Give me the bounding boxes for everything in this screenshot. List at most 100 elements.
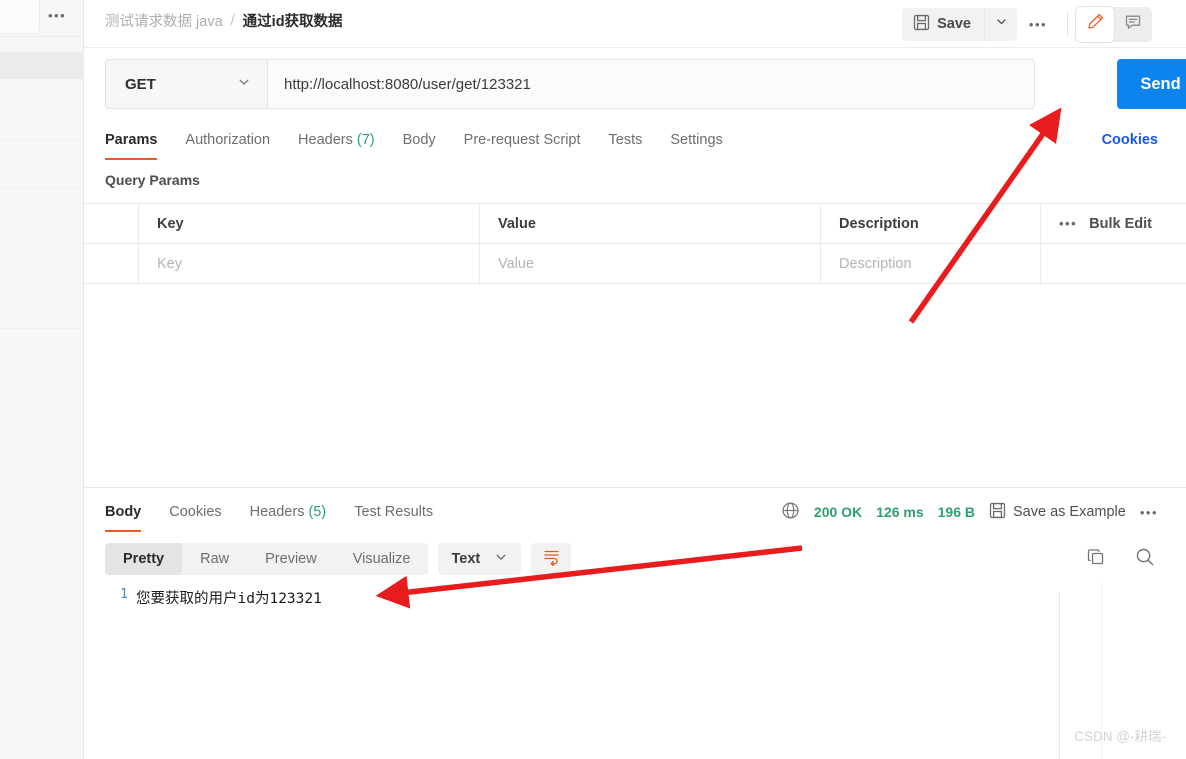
request-tabs: Params Authorization Headers (7) Body Pr… [84, 120, 1186, 162]
response-minimap[interactable] [1059, 592, 1060, 759]
response-format-value: Text [451, 551, 481, 567]
table-header-row: Key Value Description ••• Bulk Edit [84, 204, 1186, 244]
breadcrumb-current: 通过id获取数据 [242, 14, 343, 30]
sidebar-item-active[interactable] [0, 52, 84, 79]
send-button[interactable]: Send [1117, 59, 1186, 109]
edit-mode-button[interactable] [1076, 6, 1114, 42]
view-mode-pretty[interactable]: Pretty [105, 543, 183, 575]
response-body[interactable]: 1 您要获取的用户id为123321 [84, 583, 1186, 759]
table-row: Key Value Description [84, 244, 1186, 284]
save-as-example-button[interactable]: Save as Example [989, 502, 1126, 523]
response-tab-test-results[interactable]: Test Results [340, 492, 447, 532]
send-group: Send [1117, 59, 1186, 109]
row-checkbox[interactable] [84, 244, 139, 283]
table-more-icon[interactable]: ••• [1059, 216, 1077, 231]
sidebar: ••• [0, 0, 84, 759]
breadcrumb-separator: / [230, 12, 235, 29]
view-mode-raw[interactable]: Raw [182, 543, 247, 575]
table-actions: ••• Bulk Edit [1041, 204, 1186, 243]
response-tab-body[interactable]: Body [105, 492, 155, 532]
tab-params[interactable]: Params [105, 120, 171, 160]
tab-label: Test Results [354, 504, 434, 520]
header-more-icon[interactable]: ••• [1017, 8, 1059, 41]
floppy-disk-icon [913, 14, 930, 35]
param-description-input[interactable]: Description [821, 244, 1041, 283]
header-actions: Save ••• [902, 0, 1152, 48]
sidebar-divider [0, 140, 84, 141]
http-method-select[interactable]: GET [106, 60, 268, 108]
line-number: 1 [120, 587, 128, 602]
sidebar-divider [0, 328, 84, 329]
response-meta: 200 OK 126 ms 196 B Save as Example ••• [781, 492, 1158, 532]
request-url-input[interactable]: http://localhost:8080/user/get/123321 [268, 60, 1034, 108]
column-header-key: Key [139, 204, 480, 243]
tab-label: Settings [670, 132, 723, 148]
breadcrumb-parent[interactable]: 测试请求数据 java [105, 10, 223, 31]
request-url-group: GET http://localhost:8080/user/get/12332… [105, 59, 1035, 109]
save-as-example-label: Save as Example [1013, 504, 1126, 520]
sidebar-top-box [0, 0, 40, 34]
http-method-value: GET [125, 75, 156, 93]
param-key-input[interactable]: Key [139, 244, 480, 283]
checkbox-column-header [84, 204, 139, 243]
tab-body[interactable]: Body [389, 120, 450, 160]
response-body-text: 您要获取的用户id为123321 [136, 591, 322, 607]
tab-label: Body [402, 132, 436, 148]
response-body-toolbar: Pretty Raw Preview Visualize Text [84, 541, 1186, 577]
postman-window: ••• 测试请求数据 java / 通过id获取数据 Save ••• GET … [0, 0, 1186, 759]
header-icon-group [1076, 6, 1152, 42]
wrap-lines-button[interactable] [531, 543, 572, 575]
tab-count: (7) [356, 132, 375, 148]
response-size: 196 B [937, 504, 975, 520]
view-mode-preview[interactable]: Preview [247, 543, 335, 575]
response-time: 126 ms [876, 504, 924, 520]
response-tabs: Body Cookies Headers (5) Test Results 20… [84, 492, 1186, 532]
tab-label: Headers [249, 504, 305, 520]
save-button[interactable]: Save [902, 8, 984, 41]
tab-label: Pre-request Script [463, 132, 581, 148]
response-tab-cookies[interactable]: Cookies [155, 492, 235, 532]
view-mode-group: Pretty Raw Preview Visualize [105, 543, 429, 575]
pencil-icon [1086, 12, 1105, 36]
tab-tests[interactable]: Tests [595, 120, 657, 160]
chevron-down-icon [494, 550, 508, 568]
query-params-title: Query Params [105, 172, 200, 188]
bulk-edit-button[interactable]: Bulk Edit [1089, 216, 1152, 232]
sidebar-divider [0, 188, 84, 189]
row-actions [1041, 244, 1186, 283]
tab-label: Tests [608, 132, 643, 148]
header-bar: 测试请求数据 java / 通过id获取数据 Save ••• [84, 0, 1186, 48]
param-value-input[interactable]: Value [480, 244, 821, 283]
search-icon [1134, 546, 1156, 573]
wrap-lines-icon [542, 547, 561, 571]
breadcrumb: 测试请求数据 java / 通过id获取数据 [105, 10, 343, 31]
watermark: CSDN @-耕瑞- [1074, 729, 1166, 744]
comments-button[interactable] [1114, 7, 1152, 42]
sidebar-more-icon[interactable]: ••• [48, 8, 72, 24]
url-bar: GET http://localhost:8080/user/get/12332… [84, 48, 1186, 120]
chevron-down-icon [995, 15, 1008, 33]
sidebar-divider [0, 36, 84, 37]
copy-icon [1086, 547, 1106, 572]
floppy-disk-icon [989, 502, 1006, 523]
chevron-down-icon [237, 75, 251, 93]
search-button[interactable] [1134, 546, 1156, 573]
column-header-description: Description [821, 204, 1041, 243]
tab-settings[interactable]: Settings [656, 120, 736, 160]
response-format-select[interactable]: Text [438, 543, 522, 575]
response-tab-headers[interactable]: Headers (5) [236, 492, 341, 532]
view-mode-visualize[interactable]: Visualize [335, 543, 429, 575]
copy-button[interactable] [1086, 547, 1106, 572]
code-line: 1 您要获取的用户id为123321 [84, 583, 1186, 608]
cookies-link[interactable]: Cookies [1102, 120, 1158, 160]
response-more-icon[interactable]: ••• [1140, 505, 1158, 520]
response-body-tools [1086, 541, 1156, 577]
tab-label: Params [105, 132, 158, 148]
tab-authorization[interactable]: Authorization [171, 120, 284, 160]
save-options-button[interactable] [984, 7, 1017, 41]
tab-headers[interactable]: Headers (7) [284, 120, 389, 160]
tab-pre-request-script[interactable]: Pre-request Script [450, 120, 595, 160]
save-group: Save [902, 7, 1017, 41]
globe-icon [781, 501, 800, 523]
tab-label: Headers [298, 132, 353, 148]
